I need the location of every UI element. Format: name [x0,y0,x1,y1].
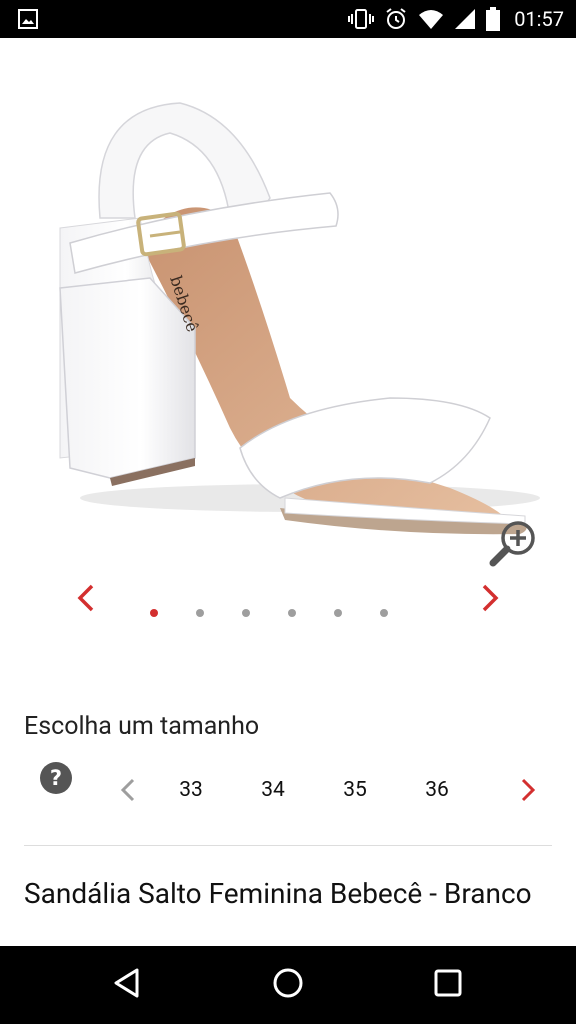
size-options: 33 34 35 36 [150,778,478,802]
pagination-dot[interactable] [150,609,158,617]
home-button[interactable] [267,964,309,1006]
product-title: Sandália Salto Feminina Bebecê - Branco [24,877,532,910]
pagination-dot[interactable] [242,609,250,617]
zoom-icon[interactable] [486,518,542,574]
recents-square-icon [433,968,463,1002]
size-selector-title: Escolha um tamanho [24,712,260,741]
size-previous-button[interactable] [108,772,148,812]
product-image-carousel[interactable]: bebecê [0,38,576,578]
pagination-dot[interactable] [288,609,296,617]
chevron-left-icon [119,777,137,807]
pagination-dot[interactable] [380,609,388,617]
signal-icon [454,8,476,30]
help-icon[interactable]: ? [40,762,72,798]
size-option[interactable]: 34 [232,778,314,802]
vibrate-icon [348,8,375,30]
status-icons: 01:57 [348,0,564,38]
pagination-dot[interactable] [334,609,342,617]
product-image: bebecê [59,102,540,535]
battery-icon [486,7,501,31]
size-option[interactable]: 36 [396,778,478,802]
pagination-dot[interactable] [196,609,204,617]
wifi-icon [418,8,444,30]
previous-image-button[interactable] [66,580,106,620]
navigation-bar [0,946,576,1024]
size-option[interactable]: 35 [314,778,396,802]
back-button[interactable] [106,964,148,1006]
divider [24,845,552,846]
size-next-button[interactable] [508,772,548,812]
back-triangle-icon [112,967,142,1003]
home-circle-icon [272,967,304,1003]
svg-text:?: ? [50,766,62,790]
alarm-icon [384,7,408,31]
gallery-icon [18,9,38,29]
status-bar: 01:57 [0,0,576,38]
chevron-left-icon [76,583,96,617]
image-pagination [150,609,388,617]
next-image-button[interactable] [470,580,510,620]
clock: 01:57 [514,7,564,31]
recents-button[interactable] [427,964,469,1006]
chevron-right-icon [480,583,500,617]
chevron-right-icon [519,777,537,807]
size-option[interactable]: 33 [150,778,232,802]
